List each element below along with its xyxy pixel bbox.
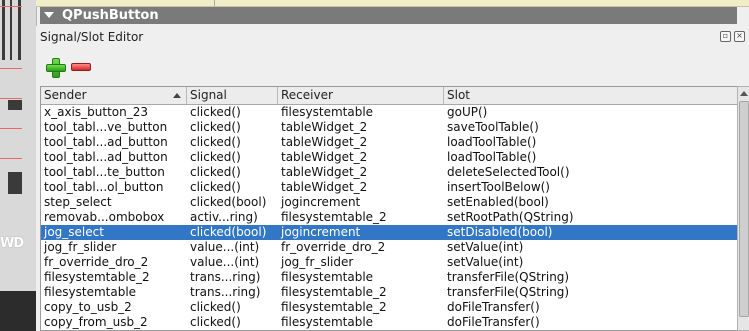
cell-slot[interactable]: setDisabled(bool) [444, 225, 738, 240]
table-row[interactable]: jog_fr_slider value...(int) fr_override_dr… [41, 240, 738, 255]
plus-icon[interactable] [45, 57, 66, 78]
cell-signal[interactable]: clicked() [187, 300, 278, 315]
table-row[interactable]: tool_tabl...ol_button clicked() tableWidge… [41, 180, 738, 195]
cell-receiver[interactable]: filesystemtable [278, 315, 444, 330]
cell-sender[interactable]: fr_override_dro_2 [41, 255, 187, 270]
minus-icon[interactable] [71, 63, 91, 71]
cell-sender[interactable]: tool_tabl...ad_button [41, 150, 187, 165]
cell-signal[interactable]: clicked(bool) [187, 195, 278, 210]
table-row[interactable]: tool_tabl...ad_button clicked() tableWidge… [41, 150, 738, 165]
expand-arrow-icon[interactable] [44, 12, 54, 18]
cell-slot[interactable]: transferFile(QString) [444, 285, 738, 300]
table-row[interactable]: fr_override_dro_2 value...(int) jog_fr_sli… [41, 255, 738, 270]
cell-signal[interactable]: clicked() [187, 165, 278, 180]
table-row[interactable]: step_select clicked(bool) jogincrement setE… [41, 195, 738, 210]
scroll-up-icon[interactable] [740, 91, 748, 96]
property-group-title: QPushButton [62, 8, 159, 23]
cell-signal[interactable]: clicked() [187, 135, 278, 150]
table-row[interactable]: jog_select clicked(bool) jogincrement setDi… [41, 225, 738, 240]
table-row[interactable]: tool_tabl...ve_button clicked() tableWidge… [41, 120, 738, 135]
property-editor-fragment: QPushButton [36, 0, 749, 26]
cell-signal[interactable]: trans...ring) [187, 285, 278, 300]
cell-slot[interactable]: saveToolTable() [444, 120, 738, 135]
table-header: Sender Signal Receiver Slot [41, 87, 738, 105]
cell-slot[interactable]: loadToolTable() [444, 150, 738, 165]
dock-title: Signal/Slot Editor [40, 30, 144, 44]
cell-receiver[interactable]: filesystemtable [278, 105, 444, 120]
cell-sender[interactable]: jog_fr_slider [41, 240, 187, 255]
table-row[interactable]: filesystemtable_2 trans...ring) filesystem… [41, 270, 738, 285]
cell-receiver[interactable]: jog_fr_slider [278, 255, 444, 270]
cell-sender[interactable]: copy_from_usb_2 [41, 315, 187, 330]
cell-signal[interactable]: clicked() [187, 315, 278, 330]
cell-sender[interactable]: jog_select [41, 225, 187, 240]
column-header-receiver[interactable]: Receiver [278, 87, 444, 104]
cell-receiver[interactable]: filesystemtable_2 [278, 300, 444, 315]
table-row[interactable]: copy_to_usb_2 clicked() filesystemtable_2 d… [41, 300, 738, 315]
cell-signal[interactable]: clicked() [187, 180, 278, 195]
cell-receiver[interactable]: tableWidget_2 [278, 165, 444, 180]
cell-sender[interactable]: removab...ombobox [41, 210, 187, 225]
cell-slot[interactable]: setEnabled(bool) [444, 195, 738, 210]
signal-slot-editor-dock: Signal/Slot Editor ▫ × Sender Signal Rec… [36, 26, 749, 331]
cell-receiver[interactable]: tableWidget_2 [278, 135, 444, 150]
column-header-slot[interactable]: Slot [444, 87, 738, 104]
cell-signal[interactable]: clicked() [187, 150, 278, 165]
column-header-signal[interactable]: Signal [187, 87, 278, 104]
left-panel-edge: WD [0, 0, 37, 331]
cell-slot[interactable]: setValue(int) [444, 240, 738, 255]
cell-slot[interactable]: doFileTransfer() [444, 315, 738, 330]
close-icon[interactable]: × [734, 31, 745, 42]
editor-toolbar [45, 57, 91, 78]
cell-receiver[interactable]: tableWidget_2 [278, 120, 444, 135]
cell-sender[interactable]: filesystemtable_2 [41, 270, 187, 285]
cell-slot[interactable]: transferFile(QString) [444, 270, 738, 285]
cell-signal[interactable]: clicked() [187, 105, 278, 120]
cell-slot[interactable]: setRootPath(QString) [444, 210, 738, 225]
cell-sender[interactable]: tool_tabl...ol_button [41, 180, 187, 195]
cell-slot[interactable]: doFileTransfer() [444, 300, 738, 315]
sort-arrow-icon [173, 93, 181, 98]
cell-slot[interactable]: goUP() [444, 105, 738, 120]
cell-slot[interactable]: insertToolBelow() [444, 180, 738, 195]
cell-signal[interactable]: trans...ring) [187, 270, 278, 285]
table-row[interactable]: x_axis_button_23 clicked() filesystemtable… [41, 105, 738, 120]
cell-signal[interactable]: clicked(bool) [187, 225, 278, 240]
restore-icon[interactable]: ▫ [720, 31, 731, 42]
cell-sender[interactable]: step_select [41, 195, 187, 210]
table-row[interactable]: tool_tabl...ad_button clicked() tableWidge… [41, 135, 738, 150]
property-group-header[interactable]: QPushButton [40, 7, 737, 24]
cell-sender[interactable]: x_axis_button_23 [41, 105, 187, 120]
cell-receiver[interactable]: jogincrement [278, 195, 444, 210]
cell-sender[interactable]: tool_tabl...ve_button [41, 120, 187, 135]
vertical-scrollbar[interactable] [737, 86, 749, 331]
cell-signal[interactable]: activ...ring) [187, 210, 278, 225]
table-row[interactable]: copy_from_usb_2 clicked() filesystemtable d… [41, 315, 738, 330]
table-row[interactable]: filesystemtable trans...ring) filesystemta… [41, 285, 738, 300]
cell-receiver[interactable]: filesystemtable [278, 270, 444, 285]
property-row [36, 0, 749, 7]
cell-signal[interactable]: value...(int) [187, 255, 278, 270]
scrollbar-thumb[interactable] [739, 101, 749, 317]
cell-sender[interactable]: tool_tabl...ad_button [41, 135, 187, 150]
cell-receiver[interactable]: filesystemtable_2 [278, 210, 444, 225]
cell-receiver[interactable]: filesystemtable_2 [278, 285, 444, 300]
cell-receiver[interactable]: fr_override_dro_2 [278, 240, 444, 255]
column-header-sender[interactable]: Sender [41, 87, 187, 104]
cell-sender[interactable]: filesystemtable [41, 285, 187, 300]
cell-receiver[interactable]: tableWidget_2 [278, 180, 444, 195]
cell-slot[interactable]: setValue(int) [444, 255, 738, 270]
cell-slot[interactable]: deleteSelectedTool() [444, 165, 738, 180]
cell-receiver[interactable]: jogincrement [278, 225, 444, 240]
cell-signal[interactable]: value...(int) [187, 240, 278, 255]
cell-sender[interactable]: copy_to_usb_2 [41, 300, 187, 315]
left-strip-text: WD [0, 236, 24, 251]
connections-table[interactable]: Sender Signal Receiver Slot x_axis_butto… [40, 86, 739, 331]
table-row[interactable]: tool_tabl...te_button clicked() tableWidge… [41, 165, 738, 180]
cell-slot[interactable]: loadToolTable() [444, 135, 738, 150]
cell-sender[interactable]: tool_tabl...te_button [41, 165, 187, 180]
table-row[interactable]: removab...ombobox activ...ring) filesystem… [41, 210, 738, 225]
cell-signal[interactable]: clicked() [187, 120, 278, 135]
cell-receiver[interactable]: tableWidget_2 [278, 150, 444, 165]
